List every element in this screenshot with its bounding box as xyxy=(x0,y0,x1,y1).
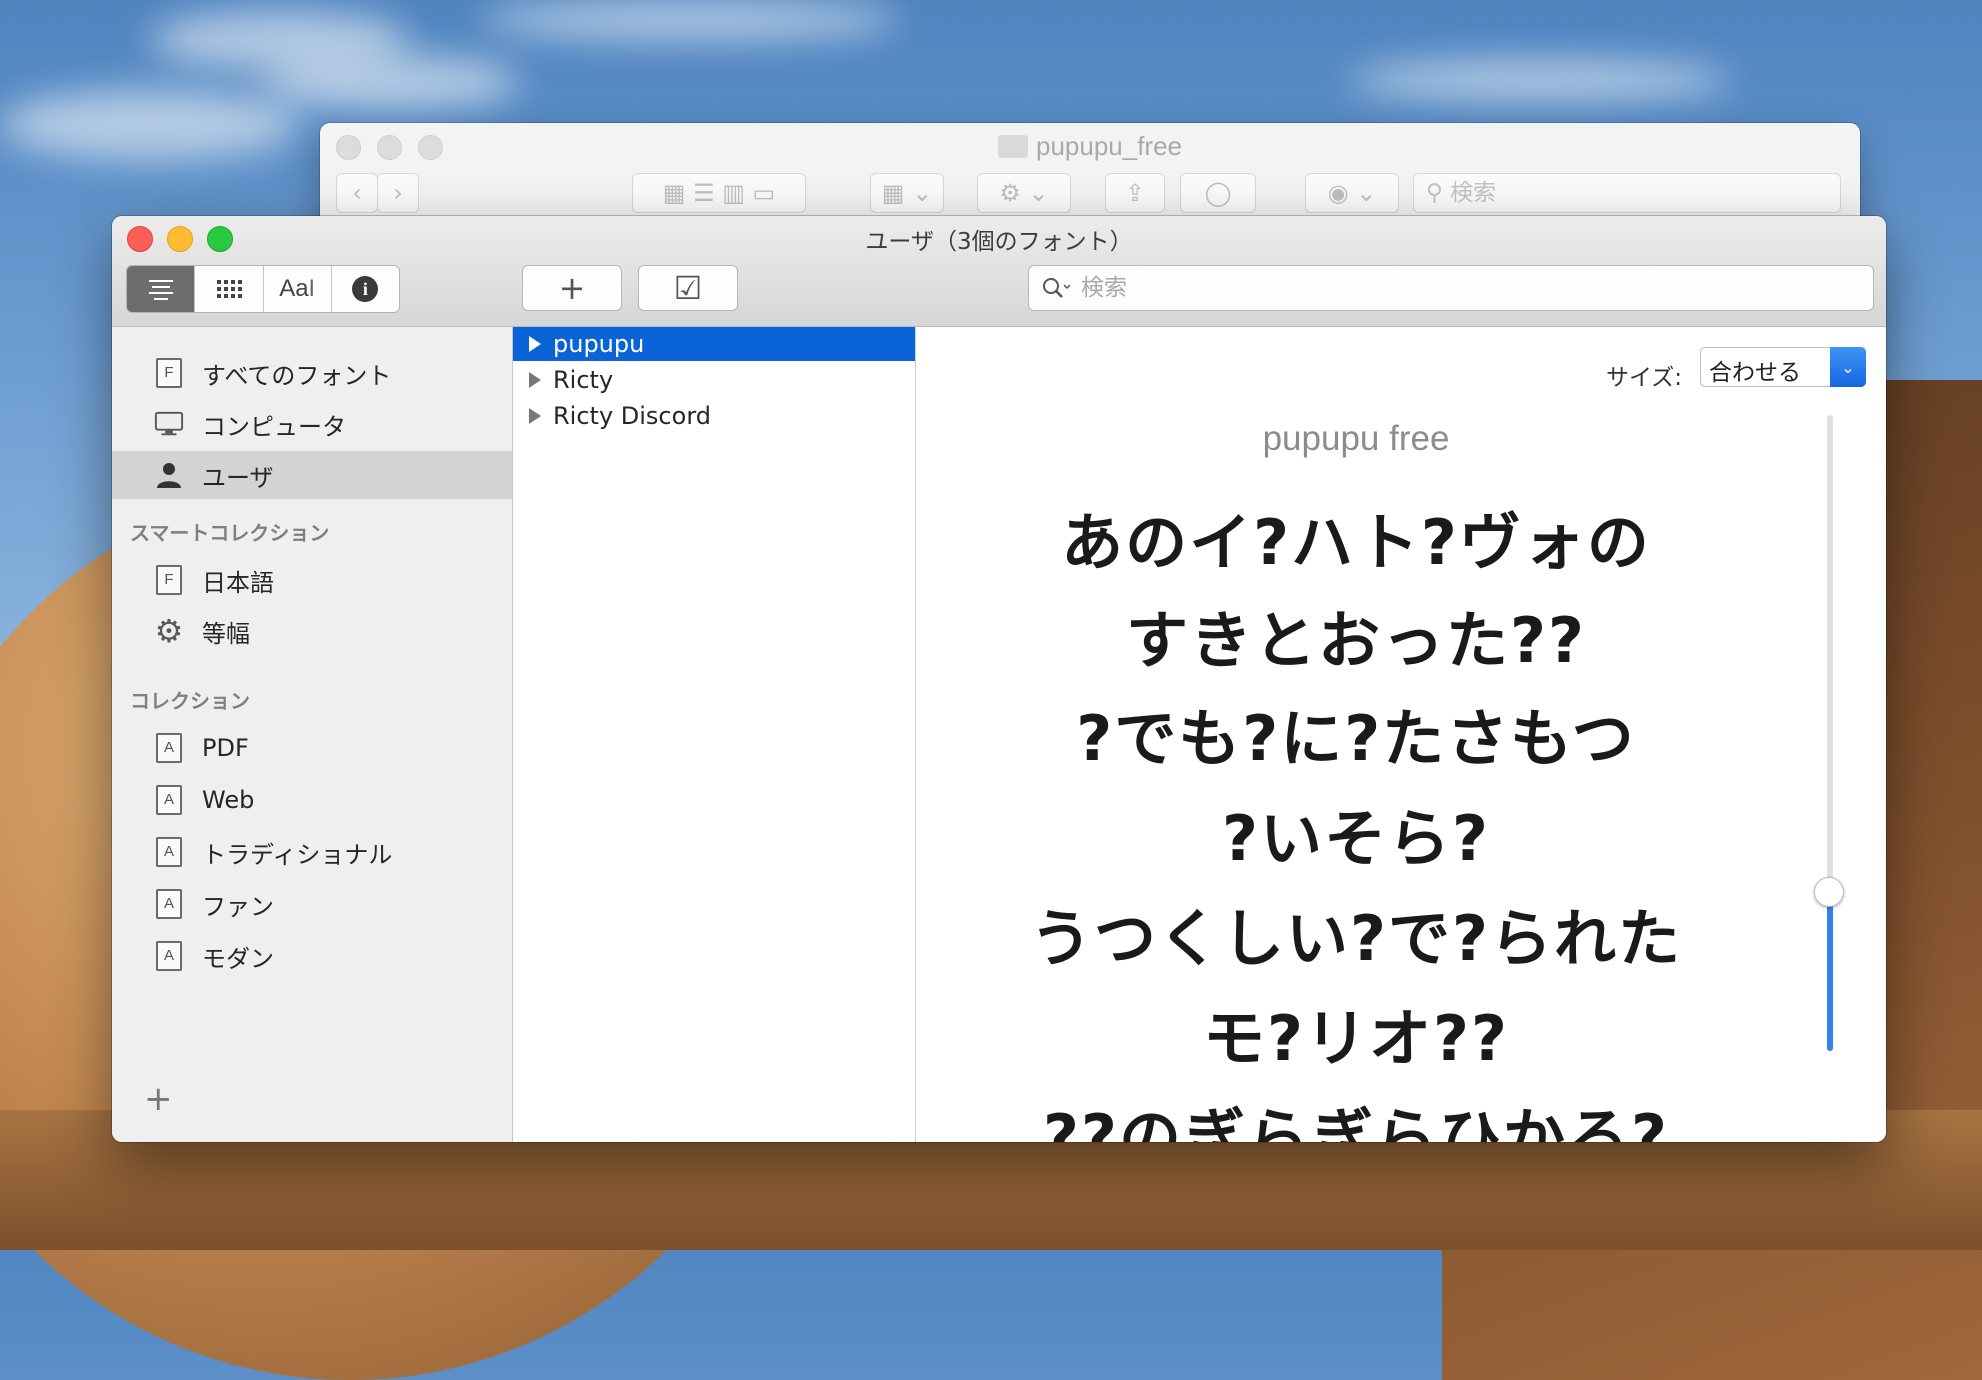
sidebar-item-pdf[interactable]: A PDF xyxy=(112,724,512,772)
computer-icon xyxy=(154,409,184,439)
custom-text-view-icon[interactable]: Aa I xyxy=(264,266,332,312)
forward-button[interactable]: › xyxy=(377,173,419,213)
disclosure-triangle-icon[interactable] xyxy=(529,408,541,424)
collections-header: コレクション xyxy=(130,689,250,713)
size-slider-knob[interactable] xyxy=(1814,877,1844,907)
preview-text-line: モ?リオ?? xyxy=(1203,1002,1509,1075)
sidebar-item-japanese[interactable]: F 日本語 xyxy=(112,556,512,604)
sidebar-item-label: PDF xyxy=(202,734,249,762)
size-select[interactable]: 合わせる ⌄ xyxy=(1700,347,1866,387)
font-item-label: pupupu xyxy=(553,330,645,358)
user-icon xyxy=(154,460,184,490)
preview-mode-segmented-control[interactable]: Aa I i xyxy=(126,265,400,313)
collection-icon: A xyxy=(154,889,184,919)
collection-icon: A xyxy=(154,733,184,763)
size-slider-fill xyxy=(1827,889,1833,1051)
validate-font-button[interactable]: ☑ xyxy=(638,265,738,311)
preview-text-line: あのイ?ハト?ヴォの xyxy=(1061,506,1651,579)
sidebar-item-label: トラディショナル xyxy=(202,840,393,869)
sidebar-item-modern[interactable]: A モダン xyxy=(112,932,512,980)
repertoire-view-icon[interactable] xyxy=(195,266,264,312)
collection-icon: A xyxy=(154,785,184,815)
chevron-down-icon[interactable]: ⌄ xyxy=(1830,347,1866,387)
title-toolbar: ユーザ（3個のフォント） Aa I i + ☑ xyxy=(112,216,1886,327)
search-icon xyxy=(1041,276,1073,300)
sidebar-item-all-fonts[interactable]: F すべてのフォント xyxy=(112,349,512,397)
quicklook-button[interactable]: ◉ ⌄ xyxy=(1305,173,1399,213)
sidebar-item-computer[interactable]: コンピュータ xyxy=(112,400,512,448)
share-button[interactable]: ⇪ xyxy=(1105,173,1165,213)
sidebar-item-label: 等幅 xyxy=(202,619,250,648)
font-document-icon: F xyxy=(154,358,184,388)
preview-text-line: ?いそら? xyxy=(1222,802,1490,875)
font-item-label: Ricty xyxy=(553,366,614,394)
sidebar-item-label: ユーザ xyxy=(202,463,274,492)
finder-title: pupupu_free xyxy=(320,131,1860,162)
sidebar-item-label: 日本語 xyxy=(202,568,274,597)
sidebar: F すべてのフォント コンピュータ ユーザ スマートコレクション F 日本語 ⚙… xyxy=(112,327,513,1142)
collection-icon: A xyxy=(154,941,184,971)
finder-search-input[interactable]: ⚲ 検索 xyxy=(1413,173,1841,213)
gear-icon: ⚙ xyxy=(154,612,184,650)
collection-icon: A xyxy=(154,837,184,867)
sidebar-item-label: モダン xyxy=(202,944,274,973)
add-font-button[interactable]: + xyxy=(522,265,622,311)
group-by-button[interactable]: ▦ ⌄ xyxy=(870,173,944,213)
preview-text-line: ?でも?に?たさもつ xyxy=(1076,702,1636,775)
sidebar-item-label: ファン xyxy=(202,892,274,921)
preview-font-name: pupupu free xyxy=(1262,419,1450,458)
font-list: pupupu Ricty Ricty Discord xyxy=(513,327,916,1142)
sidebar-item-user[interactable]: ユーザ xyxy=(112,451,512,499)
search-field[interactable] xyxy=(1028,265,1874,311)
sidebar-item-traditional[interactable]: A トラディショナル xyxy=(112,828,512,876)
sidebar-item-label: コンピュータ xyxy=(202,412,346,441)
tag-button[interactable]: ◯ xyxy=(1180,173,1256,213)
add-collection-button[interactable]: + xyxy=(144,1082,173,1116)
fontbook-window[interactable]: ユーザ（3個のフォント） AaI i + ☑ F すべてのフォント xyxy=(112,216,1886,1142)
sidebar-item-fun[interactable]: A ファン xyxy=(112,880,512,928)
sidebar-item-monospace[interactable]: ⚙ 等幅 xyxy=(112,607,512,655)
window-title: ユーザ（3個のフォント） xyxy=(865,229,1133,255)
back-button[interactable]: ‹ xyxy=(336,173,378,213)
font-item-pupupu[interactable]: pupupu xyxy=(513,327,915,361)
sidebar-item-label: Web xyxy=(202,786,255,814)
font-document-icon: F xyxy=(154,565,184,595)
size-label: サイズ: xyxy=(1606,365,1683,391)
preview-text-line: ??のぎらぎらひかる? xyxy=(1043,1101,1669,1142)
sidebar-item-label: すべてのフォント xyxy=(202,361,392,390)
font-preview-pane: サイズ: 合わせる ⌄ pupupu free あのイ?ハト?ヴォの すきとおっ… xyxy=(916,327,1886,1142)
search-input[interactable] xyxy=(1079,274,1843,302)
font-item-ricty-discord[interactable]: Ricty Discord xyxy=(513,399,915,433)
folder-icon xyxy=(997,135,1028,158)
view-mode-buttons[interactable]: ▦ ☰ ▥ ▭ xyxy=(632,173,806,213)
disclosure-triangle-icon[interactable] xyxy=(529,372,541,388)
sample-view-icon[interactable] xyxy=(127,266,196,312)
info-icon[interactable]: i xyxy=(332,266,399,312)
action-gear-button[interactable]: ⚙ ⌄ xyxy=(977,173,1071,213)
smart-collections-header: スマートコレクション xyxy=(130,521,330,545)
disclosure-triangle-icon[interactable] xyxy=(529,336,541,352)
preview-text-line: うつくしい?で?られた xyxy=(1030,902,1682,975)
font-item-label: Ricty Discord xyxy=(553,402,711,430)
sidebar-item-web[interactable]: A Web xyxy=(112,776,512,824)
font-item-ricty[interactable]: Ricty xyxy=(513,363,915,397)
preview-text-line: すきとおった?? xyxy=(1126,604,1586,677)
